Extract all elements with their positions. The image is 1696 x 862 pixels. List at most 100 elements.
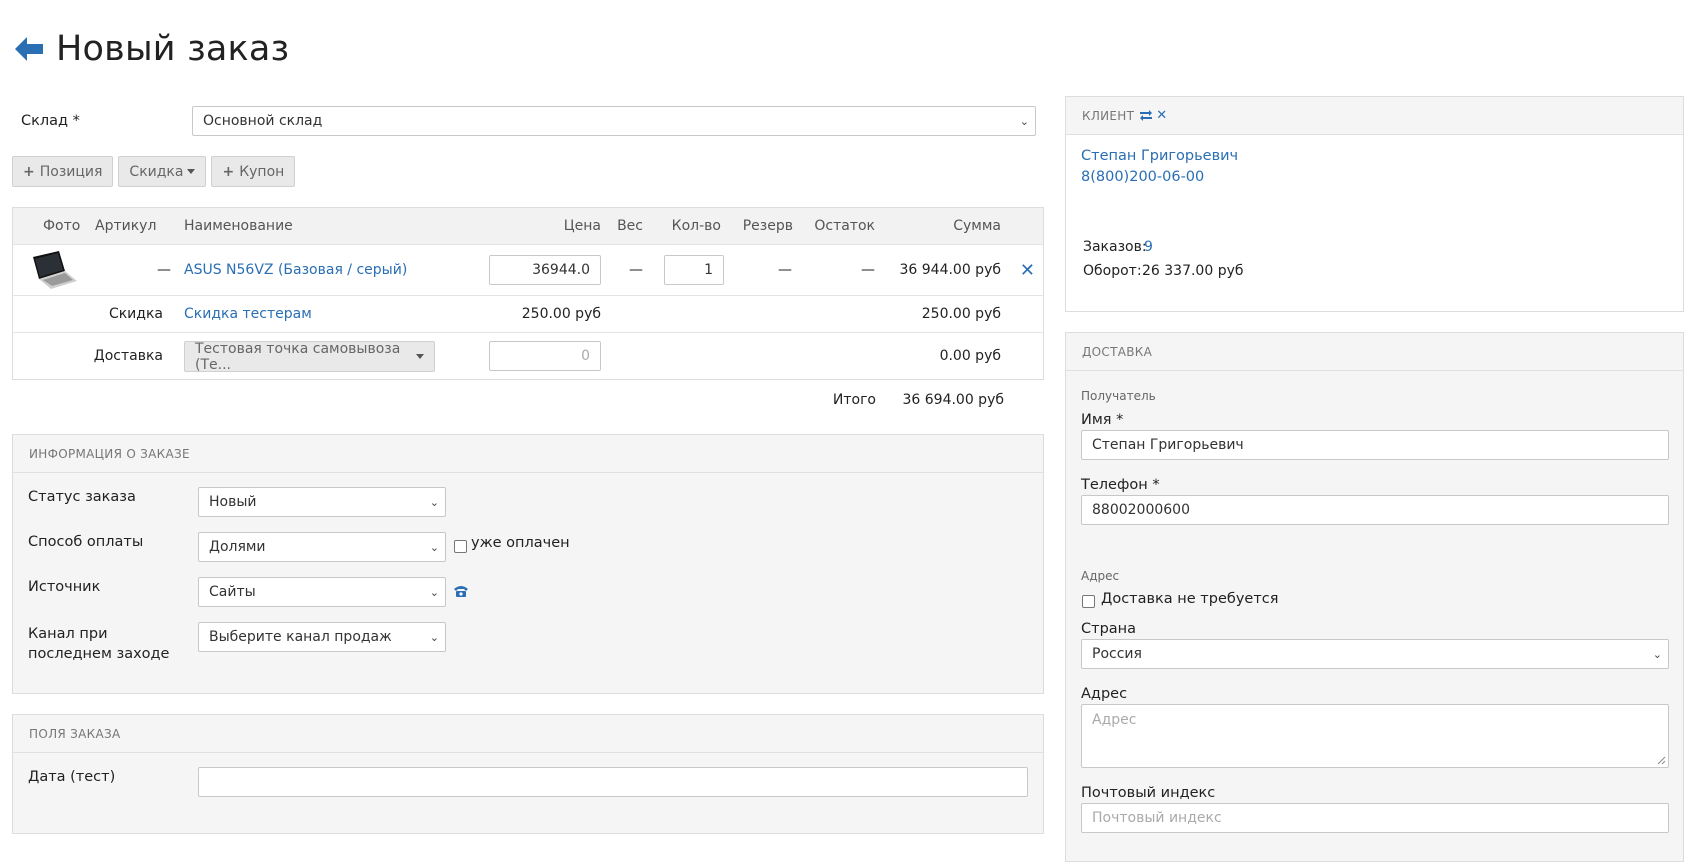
- resize-handle-icon[interactable]: [1656, 755, 1666, 765]
- discount-label: Скидка: [129, 163, 184, 180]
- status-label: Статус заказа: [28, 489, 136, 505]
- delivery-row-label: Доставка: [93, 348, 163, 364]
- country-value: Россия: [1092, 646, 1142, 662]
- delivery-panel: ДОСТАВКА Получатель Имя * Степан Григорь…: [1065, 332, 1684, 862]
- warehouse-label: Склад *: [21, 113, 80, 129]
- paid-checkbox[interactable]: [454, 540, 467, 553]
- add-position-button[interactable]: + Позиция: [12, 156, 114, 187]
- add-position-label: Позиция: [39, 163, 103, 180]
- swap-client-icon[interactable]: [1139, 110, 1153, 121]
- client-panel-header: КЛИЕНТ ✕: [1066, 97, 1683, 135]
- table-row: — ASUS N56VZ (Базовая / серый) 36944.0 —…: [13, 244, 1043, 295]
- item-qty-value: 1: [704, 262, 713, 278]
- recipient-name-value: Степан Григорьевич: [1092, 437, 1244, 453]
- chevron-down-icon: ⌄: [429, 495, 439, 509]
- table-row: Доставка Тестовая точка самовывоза (Те..…: [13, 332, 1043, 379]
- table-header: Фото Артикул Наименование Цена Вес Кол-в…: [13, 208, 1043, 244]
- client-name-link[interactable]: Степан Григорьевич: [1081, 148, 1238, 164]
- delivery-cost-input[interactable]: 0: [489, 341, 601, 371]
- warehouse-select[interactable]: Основной склад ⌄: [192, 106, 1036, 136]
- source-select[interactable]: Сайты ⌄: [198, 577, 446, 607]
- recipient-phone-value: 88002000600: [1092, 502, 1190, 518]
- address-textarea[interactable]: Адрес: [1081, 704, 1669, 768]
- address-section-label: Адрес: [1081, 569, 1120, 583]
- col-price: Цена: [563, 218, 601, 234]
- item-reserve: —: [778, 262, 792, 278]
- orders-count-label: Заказов:: [1083, 239, 1147, 255]
- item-name-link[interactable]: ASUS N56VZ (Базовая / серый): [184, 262, 407, 278]
- payment-value: Долями: [209, 539, 266, 555]
- orders-count-link[interactable]: 9: [1144, 239, 1153, 255]
- item-sku: —: [157, 262, 171, 278]
- plus-icon: +: [23, 163, 35, 180]
- delivery-method-dropdown[interactable]: Тестовая точка самовывоза (Те...: [184, 340, 435, 373]
- remove-item-icon[interactable]: ✕: [1020, 260, 1035, 281]
- order-totals: Итого 36 694.00 руб: [12, 380, 1046, 420]
- order-fields-form: Дата (тест): [13, 753, 1043, 823]
- back-arrow-icon[interactable]: [14, 34, 44, 64]
- page-header: Новый заказ: [14, 26, 289, 72]
- col-reserve: Резерв: [742, 218, 793, 234]
- order-info-panel: ИНФОРМАЦИЯ О ЗАКАЗЕ Статус заказа Новый …: [12, 434, 1044, 694]
- item-qty-input[interactable]: 1: [664, 255, 724, 285]
- zip-input[interactable]: Почтовый индекс: [1081, 803, 1669, 833]
- order-fields-panel: ПОЛЯ ЗАКАЗА Дата (тест): [12, 714, 1044, 834]
- items-toolbar: + Позиция Скидка + Купон: [12, 156, 1046, 187]
- discount-price: 250.00 руб: [521, 306, 601, 322]
- chevron-down-icon: ⌄: [429, 630, 439, 644]
- total-value: 36 694.00 руб: [902, 392, 1004, 408]
- col-qty: Кол-во: [671, 218, 721, 234]
- date-input[interactable]: [198, 767, 1028, 797]
- country-select[interactable]: Россия ⌄: [1081, 639, 1669, 669]
- zip-label: Почтовый индекс: [1081, 785, 1216, 801]
- no-delivery-label: Доставка не требуется: [1101, 591, 1279, 607]
- payment-select[interactable]: Долями ⌄: [198, 532, 446, 562]
- source-label: Источник: [28, 579, 101, 595]
- item-price-value: 36944.0: [532, 262, 590, 278]
- delivery-method-value: Тестовая точка самовывоза (Те...: [195, 340, 401, 373]
- item-sum: 36 944.00 руб: [899, 262, 1001, 278]
- warehouse-row: Склад * Основной склад ⌄: [12, 104, 1046, 138]
- order-fields-title: ПОЛЯ ЗАКАЗА: [13, 715, 1043, 753]
- caret-down-icon: [187, 169, 196, 174]
- discount-row-label: Скидка: [108, 306, 163, 322]
- caret-down-icon: [416, 354, 424, 359]
- recipient-phone-input[interactable]: 88002000600: [1081, 495, 1669, 525]
- delivery-cost-placeholder: 0: [581, 348, 590, 364]
- channel-value: Выберите канал продаж: [209, 629, 392, 645]
- chevron-down-icon: ⌄: [1652, 647, 1662, 661]
- recipient-name-input[interactable]: Степан Григорьевич: [1081, 430, 1669, 460]
- product-photo: [33, 251, 77, 289]
- delivery-sum: 0.00 руб: [939, 348, 1001, 364]
- col-weight: Вес: [617, 218, 643, 234]
- warehouse-value: Основной склад: [203, 113, 323, 129]
- page-title: Новый заказ: [56, 29, 290, 69]
- delivery-form: Получатель Имя * Степан Григорьевич Теле…: [1066, 371, 1683, 861]
- add-coupon-button[interactable]: + Купон: [211, 156, 296, 187]
- order-info-title: ИНФОРМАЦИЯ О ЗАКАЗЕ: [13, 435, 1043, 473]
- turnover-value: 26 337.00 руб: [1142, 263, 1244, 279]
- channel-select[interactable]: Выберите канал продаж ⌄: [198, 622, 446, 652]
- source-value: Сайты: [209, 584, 256, 600]
- recipient-label: Получатель: [1081, 389, 1156, 403]
- col-stock: Остаток: [814, 218, 875, 234]
- plus-icon: +: [222, 163, 235, 180]
- col-sku: Артикул: [95, 218, 157, 234]
- sidebar: КЛИЕНТ ✕ Степан Григорьевич 8(800)200-06…: [1065, 96, 1684, 862]
- no-delivery-checkbox[interactable]: [1082, 595, 1095, 608]
- discount-name-link[interactable]: Скидка тестерам: [184, 306, 312, 322]
- date-label: Дата (тест): [28, 769, 116, 785]
- name-label: Имя *: [1081, 412, 1124, 428]
- order-info-form: Статус заказа Новый ⌄ Способ оплаты Доля…: [13, 473, 1043, 693]
- remove-client-icon[interactable]: ✕: [1156, 108, 1167, 123]
- phone-icon[interactable]: [453, 584, 469, 598]
- add-coupon-label: Купон: [239, 163, 285, 180]
- country-label: Страна: [1081, 621, 1137, 637]
- item-price-input[interactable]: 36944.0: [489, 255, 601, 285]
- client-body: Степан Григорьевич 8(800)200-06-00 Заказ…: [1066, 135, 1683, 311]
- discount-dropdown-button[interactable]: Скидка: [118, 156, 207, 187]
- client-phone-link[interactable]: 8(800)200-06-00: [1081, 169, 1204, 185]
- col-photo: Фото: [43, 218, 81, 234]
- status-select[interactable]: Новый ⌄: [198, 487, 446, 517]
- order-items-table: Фото Артикул Наименование Цена Вес Кол-в…: [12, 207, 1044, 380]
